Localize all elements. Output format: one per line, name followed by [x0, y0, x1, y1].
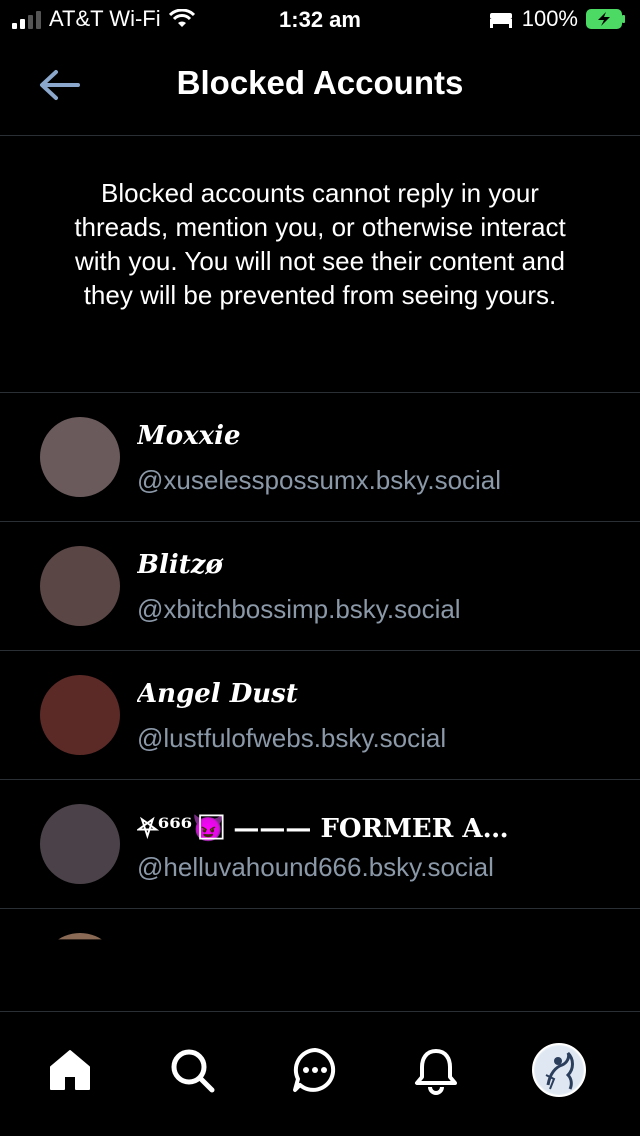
account-name: Blitzø	[137, 550, 223, 580]
page-title: Blocked Accounts	[176, 64, 464, 101]
blocked-accounts-list: Moxxie @xuselesspossumx.bsky.social Blit…	[0, 393, 640, 940]
blocked-description: Blocked accounts cannot reply in your th…	[74, 178, 566, 310]
avatar	[40, 933, 120, 940]
avatar	[40, 417, 120, 497]
blocked-account-row[interactable]: Blitzø @xbitchbossimp.bsky.social	[0, 522, 640, 651]
blocked-account-row[interactable]: ⛧⁶⁶⁶😈⃞ ——— FORMER A… @helluvahound666.bs…	[0, 780, 640, 909]
blocked-account-row[interactable]: Angel Dust @lustfulofwebs.bsky.social	[0, 651, 640, 780]
avatar	[40, 675, 120, 755]
bell-icon	[415, 1049, 457, 1095]
nav-home[interactable]	[40, 1040, 100, 1100]
account-name: Moxxie	[137, 421, 241, 451]
profile-avatar-image	[535, 1046, 583, 1094]
profile-avatar	[532, 1043, 586, 1097]
avatar	[40, 546, 120, 626]
sleep-focus-icon	[489, 13, 512, 28]
account-name: ⛧⁶⁶⁶😈⃞ ——— FORMER A…	[137, 814, 509, 844]
blocked-account-row[interactable]: Moxxie @xuselesspossumx.bsky.social	[0, 393, 640, 522]
status-bar: AT&T Wi-Fi 1:32 am 100%	[0, 0, 640, 40]
avatar	[40, 804, 120, 884]
bottom-nav	[0, 1011, 640, 1136]
nav-notifications[interactable]	[406, 1040, 466, 1100]
chat-icon	[293, 1048, 336, 1092]
account-name: Angel Dust	[137, 679, 298, 709]
nav-chat[interactable]	[285, 1040, 345, 1100]
nav-profile[interactable]	[529, 1040, 589, 1100]
account-handle: @helluvahound666.bsky.social	[137, 852, 494, 882]
header: Blocked Accounts	[0, 40, 640, 136]
home-icon	[50, 1050, 90, 1090]
account-handle: @lustfulofwebs.bsky.social	[137, 723, 447, 753]
battery-charging-icon	[586, 9, 625, 29]
account-handle: @xbitchbossimp.bsky.social	[137, 594, 461, 624]
account-handle: @xuselesspossumx.bsky.social	[137, 465, 502, 495]
nav-search[interactable]	[162, 1040, 222, 1100]
partial-row	[0, 909, 640, 940]
battery-percent: 100%	[521, 6, 578, 31]
status-right: 100%	[488, 6, 626, 32]
search-icon	[171, 1049, 215, 1093]
